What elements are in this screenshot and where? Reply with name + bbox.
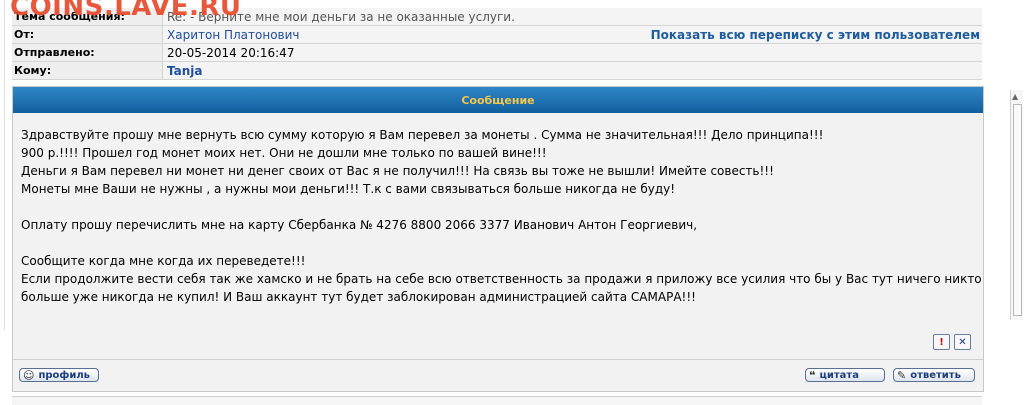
profile-icon: ☺ bbox=[23, 368, 35, 382]
scrollbar-thumb[interactable] bbox=[1013, 104, 1022, 316]
message-actions: ! ✕ bbox=[933, 334, 971, 350]
sent-row: Отправлено: 20-05-2014 20:16:47 bbox=[12, 44, 982, 62]
sent-label: Отправлено: bbox=[12, 44, 163, 61]
message-line: 900 р.!!!! Прошел год монет моих нет. Он… bbox=[21, 146, 547, 160]
message-panel: Сообщение Здравствуйте прошу мне вернуть… bbox=[12, 86, 984, 392]
scrollbar[interactable]: ▲ bbox=[1010, 90, 1023, 320]
show-all-correspondence-link[interactable]: Показать всю переписку с этим пользовате… bbox=[651, 28, 982, 42]
page: COINS.LAVE.RU Тема сообщения: Re: - Верн… bbox=[0, 0, 1024, 405]
message-paragraph: Здравствуйте прошу мне вернуть всю сумму… bbox=[21, 126, 983, 198]
message-line: Монеты мне Ваши не нужны , а нужны мои д… bbox=[21, 182, 676, 196]
from-value[interactable]: Харитон Платонович Показать всю переписк… bbox=[163, 26, 982, 43]
from-row: От: Харитон Платонович Показать всю пере… bbox=[12, 26, 982, 44]
message-body: Здравствуйте прошу мне вернуть всю сумму… bbox=[13, 114, 983, 357]
delete-icon[interactable]: ✕ bbox=[954, 334, 971, 350]
left-edge bbox=[0, 0, 5, 330]
bottom-strip bbox=[12, 396, 982, 405]
recipient-link[interactable]: Tanja bbox=[163, 62, 982, 79]
message-paragraph: Оплату прошу перечислить мне на карту Сб… bbox=[21, 216, 983, 234]
message-line: Если продолжите вести себя так же хамско… bbox=[21, 272, 982, 286]
profile-button[interactable]: ☺ профиль bbox=[19, 368, 99, 382]
report-icon[interactable]: ! bbox=[933, 334, 950, 350]
message-panel-title: Сообщение bbox=[461, 93, 535, 107]
message-line: Оплату прошу перечислить мне на карту Сб… bbox=[21, 218, 698, 232]
sender-name-link[interactable]: Харитон Платонович bbox=[167, 28, 300, 42]
reply-icon: ✎ bbox=[897, 368, 907, 382]
message-paragraph: Сообщите когда мне когда их переведете!!… bbox=[21, 252, 983, 306]
quote-button-label: цитата bbox=[819, 369, 859, 381]
from-label: От: bbox=[12, 26, 163, 43]
scroll-up-icon[interactable]: ▲ bbox=[1012, 92, 1018, 101]
sent-value: 20-05-2014 20:16:47 bbox=[163, 44, 982, 61]
quote-button[interactable]: ❝ цитата bbox=[805, 368, 885, 382]
subject-value: Re: - Верните мне мои деньги за не оказа… bbox=[163, 8, 982, 25]
message-panel-header: Сообщение bbox=[13, 87, 983, 113]
reply-button[interactable]: ✎ ответить bbox=[893, 368, 975, 382]
reply-button-label: ответить bbox=[910, 369, 961, 381]
profile-button-label: профиль bbox=[38, 369, 90, 381]
to-label: Кому: bbox=[12, 62, 163, 79]
message-footer: ☺ профиль ❝ цитата ✎ ответить bbox=[13, 360, 983, 391]
message-line: Деньги я Вам перевел ни монет ни денег с… bbox=[21, 164, 774, 178]
message-line: Сообщите когда мне когда их переведете!!… bbox=[21, 254, 306, 268]
message-line: больше уже никогда не купил! И Ваш аккау… bbox=[21, 290, 696, 304]
site-watermark: COINS.LAVE.RU bbox=[10, 0, 242, 22]
message-line: Здравствуйте прошу мне вернуть всю сумму… bbox=[21, 128, 824, 142]
quote-icon: ❝ bbox=[809, 368, 816, 382]
to-row: Кому: Tanja bbox=[12, 62, 982, 80]
